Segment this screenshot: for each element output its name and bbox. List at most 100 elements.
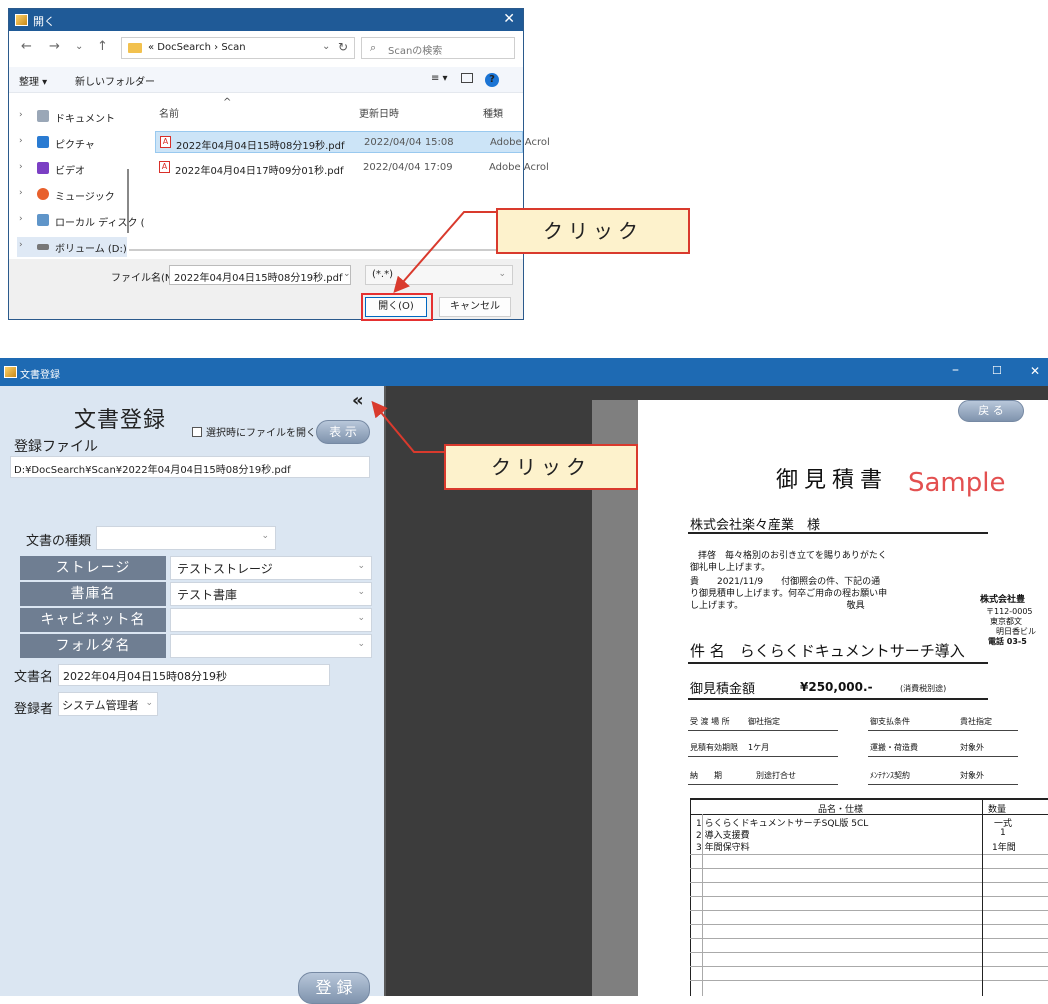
up-arrow-icon[interactable]: ↑ bbox=[97, 39, 108, 54]
folder-select[interactable]: ⌄ bbox=[170, 634, 372, 658]
minimize-icon[interactable]: – bbox=[952, 362, 959, 378]
item-qty: 1 bbox=[1000, 828, 1006, 838]
sidebar-scrollbar[interactable] bbox=[127, 169, 129, 233]
open-on-select-checkbox[interactable]: 選択時にファイルを開く bbox=[192, 424, 316, 439]
sidebar-item-music[interactable]: › ミュージック bbox=[17, 185, 127, 205]
checkbox-icon[interactable] bbox=[192, 427, 202, 437]
table-line bbox=[690, 854, 1048, 855]
chevron-down-icon[interactable]: ⌄ bbox=[322, 41, 330, 52]
sidebar-item-pictures[interactable]: › ピクチャ bbox=[17, 133, 127, 153]
column-header-type[interactable]: 種類 bbox=[483, 105, 503, 120]
pictures-icon bbox=[37, 136, 49, 148]
sidebar-item-label: ボリューム (D:) bbox=[55, 244, 127, 255]
table-line bbox=[690, 966, 1048, 967]
register-panel: 文書登録 « 選択時にファイルを開く 表 示 登録ファイル D:¥DocSear… bbox=[0, 386, 386, 1004]
back-arrow-icon[interactable]: ← bbox=[21, 39, 32, 54]
sidebar-item-documents[interactable]: › ドキュメント bbox=[17, 107, 127, 127]
storage-select[interactable]: テストストレージ ⌄ bbox=[170, 556, 372, 580]
filename-input[interactable]: 2022年04月04日15時08分19秒.pdf bbox=[169, 265, 351, 285]
help-icon[interactable]: ? bbox=[485, 73, 499, 87]
divider bbox=[688, 784, 838, 785]
divider bbox=[688, 730, 838, 731]
music-icon bbox=[37, 188, 49, 200]
file-name: 2022年04月04日17時09分01秒.pdf bbox=[175, 166, 344, 177]
view-options-icon[interactable]: ≡ ▾ bbox=[431, 73, 448, 84]
organize-button[interactable]: 整理 ▾ bbox=[19, 73, 47, 88]
divider bbox=[868, 756, 1018, 757]
cabinet-select[interactable]: ⌄ bbox=[170, 608, 372, 632]
table-col-line bbox=[982, 798, 983, 996]
file-type: Adobe Acrol bbox=[490, 137, 550, 148]
doctype-select[interactable]: ⌄ bbox=[96, 526, 276, 550]
registrant-select[interactable]: システム管理者 ⌄ bbox=[58, 692, 158, 716]
file-modified: 2022/04/04 15:08 bbox=[364, 137, 454, 148]
file-list: 名前 ^ 更新日時 種類 A 2022年04月04日15時08分19秒.pdf … bbox=[149, 97, 550, 257]
doc-amount-note: (消費税別途) bbox=[900, 684, 947, 693]
window-titlebar: 文書登録 – ☐ ✕ bbox=[0, 358, 1048, 386]
cancel-button[interactable]: キャンセル bbox=[439, 297, 511, 317]
registrant-label: 登録者 bbox=[14, 702, 54, 717]
doc-company: 株式会社豊 bbox=[980, 595, 1026, 605]
sidebar-item-volume-d[interactable]: › ボリューム (D:) bbox=[17, 237, 127, 257]
sidebar-item-local-disk[interactable]: › ローカル ディスク ( bbox=[17, 211, 145, 231]
preview-pane-icon[interactable] bbox=[461, 73, 473, 83]
page-title: 文書登録 bbox=[74, 408, 167, 433]
table-row: 3 年間保守料 bbox=[696, 840, 750, 853]
sidebar-item-label: ピクチャ bbox=[55, 140, 95, 151]
recent-locations-icon[interactable]: ⌄ bbox=[75, 41, 83, 52]
file-row[interactable]: A 2022年04月04日15時08分19秒.pdf 2022/04/04 15… bbox=[155, 131, 550, 153]
back-button[interactable]: 戻 る bbox=[958, 400, 1024, 422]
register-file-path[interactable]: D:¥DocSearch¥Scan¥2022年04月04日15時08分19秒.p… bbox=[10, 456, 370, 478]
column-header-name[interactable]: 名前 bbox=[159, 105, 179, 120]
term-value: 御社指定 bbox=[748, 717, 780, 726]
folder-label: フォルダ名 bbox=[20, 634, 166, 658]
doc-greeting: 御礼申し上げます。 bbox=[690, 563, 771, 573]
chevron-down-icon: ⌄ bbox=[145, 698, 153, 708]
table-line bbox=[690, 868, 1048, 869]
close-icon[interactable]: ✕ bbox=[1030, 364, 1040, 378]
registrant-value: システム管理者 bbox=[62, 699, 139, 712]
cabinet-label: キャビネット名 bbox=[20, 608, 166, 632]
filetype-select[interactable]: (*.*) ⌄ bbox=[365, 265, 513, 285]
search-input[interactable]: ⌕ Scanの検索 bbox=[361, 37, 515, 59]
sort-chevron-icon: ^ bbox=[223, 97, 232, 108]
sidebar-item-videos[interactable]: › ビデオ bbox=[17, 159, 127, 179]
doc-title: 御見積書 bbox=[776, 468, 889, 493]
maximize-icon[interactable]: ☐ bbox=[992, 364, 1002, 377]
show-button[interactable]: 表 示 bbox=[316, 420, 370, 444]
chevron-down-icon: ⌄ bbox=[357, 561, 365, 571]
refresh-icon[interactable]: ↻ bbox=[338, 40, 348, 54]
address-bar[interactable]: « DocSearch › Scan ⌄ ↻ bbox=[121, 37, 355, 59]
chevron-down-icon[interactable]: ⌄ bbox=[343, 269, 351, 279]
column-header-modified[interactable]: 更新日時 bbox=[359, 105, 399, 120]
sidebar-item-label: ビデオ bbox=[55, 166, 85, 177]
chevron-right-icon: › bbox=[19, 214, 23, 224]
documents-icon bbox=[37, 110, 49, 122]
file-modified: 2022/04/04 17:09 bbox=[363, 162, 453, 173]
file-row[interactable]: A 2022年04月04日17時09分01秒.pdf 2022/04/04 17… bbox=[155, 157, 549, 179]
click-callout: クリック bbox=[496, 208, 690, 254]
dialog-navbar: ← → ⌄ ↑ « DocSearch › Scan ⌄ ↻ ⌕ Scanの検索 bbox=[9, 33, 523, 63]
file-list-scrollbar[interactable] bbox=[129, 249, 523, 251]
docname-input[interactable]: 2022年04月04日15時08分19秒 bbox=[58, 664, 330, 686]
folder-icon bbox=[128, 43, 142, 53]
item-no: 3 bbox=[696, 843, 702, 853]
table-col-line bbox=[702, 814, 703, 996]
register-button[interactable]: 登 録 bbox=[298, 972, 370, 1004]
library-select[interactable]: テスト書庫 ⌄ bbox=[170, 582, 372, 606]
close-icon[interactable]: ✕ bbox=[503, 11, 515, 27]
open-button-highlight bbox=[361, 293, 433, 321]
term-key: 見積有効期限 bbox=[690, 743, 738, 752]
chevron-right-icon: › bbox=[19, 136, 23, 146]
collapse-panel-icon[interactable]: « bbox=[352, 390, 364, 411]
term-key: 運搬・荷造費 bbox=[870, 743, 918, 752]
forward-arrow-icon[interactable]: → bbox=[49, 39, 60, 54]
term-value: 1ケ月 bbox=[748, 743, 770, 752]
dialog-title: 開く bbox=[33, 15, 55, 28]
divider bbox=[688, 532, 988, 534]
checkbox-label: 選択時にファイルを開く bbox=[206, 428, 316, 439]
divider bbox=[688, 756, 838, 757]
new-folder-button[interactable]: 新しいフォルダー bbox=[75, 73, 155, 88]
search-placeholder: Scanの検索 bbox=[388, 46, 443, 57]
chevron-down-icon: ⌄ bbox=[498, 269, 506, 279]
